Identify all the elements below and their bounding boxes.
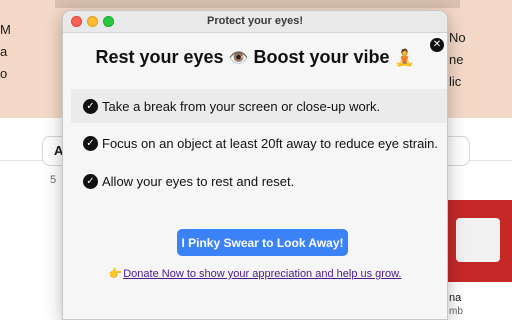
window-titlebar[interactable]: Protect your eyes! (63, 11, 447, 33)
popup-content: ✕ Rest your eyes 👁️ Boost your vibe 🧘 ✓ … (63, 33, 447, 319)
background-text-fragment: 5 (50, 174, 57, 186)
background-text-fragment: mb (449, 306, 463, 317)
background-product-image (456, 218, 500, 262)
eye-icon: 👁️ (228, 50, 249, 67)
meditation-icon: 🧘 (394, 50, 415, 67)
headline-text-boost: Boost your vibe (253, 47, 390, 67)
protect-eyes-window: Protect your eyes! ✕ Rest your eyes 👁️ B… (62, 10, 448, 320)
background-heading-strip (55, 0, 460, 8)
background-text-fragment: No (449, 30, 466, 45)
donate-link[interactable]: Donate Now to show your appreciation and… (123, 268, 401, 280)
check-circle-icon: ✓ (83, 173, 98, 189)
background-text-fragment: lic (449, 74, 462, 89)
tip-text: Focus on an object at least 20ft away to… (102, 135, 439, 151)
tip-text: Take a break from your screen or close-u… (102, 98, 381, 114)
background-text-fragment: o (0, 66, 8, 81)
check-circle-icon: ✓ (83, 98, 98, 114)
window-title: Protect your eyes! (207, 15, 303, 27)
tip-item: ✓ Focus on an object at least 20ft away … (71, 126, 447, 160)
background-text-fragment: a (0, 44, 8, 59)
tip-text: Allow your eyes to rest and reset. (102, 173, 295, 189)
background-text-fragment: M (0, 22, 11, 37)
background-text-fragment: ne (449, 52, 464, 67)
background-text-fragment: na (449, 292, 462, 304)
pointing-hand-icon: 👉 (108, 268, 123, 280)
headline-text-rest: Rest your eyes (95, 47, 224, 67)
popup-headline: Rest your eyes 👁️ Boost your vibe 🧘 (63, 47, 447, 68)
tip-item: ✓ Allow your eyes to rest and reset. (71, 164, 447, 198)
pinky-swear-button[interactable]: I Pinky Swear to Look Away! (177, 229, 348, 256)
tip-item: ✓ Take a break from your screen or close… (71, 89, 447, 123)
donate-row: 👉Donate Now to show your appreciation an… (63, 267, 447, 280)
check-circle-icon: ✓ (83, 135, 98, 151)
